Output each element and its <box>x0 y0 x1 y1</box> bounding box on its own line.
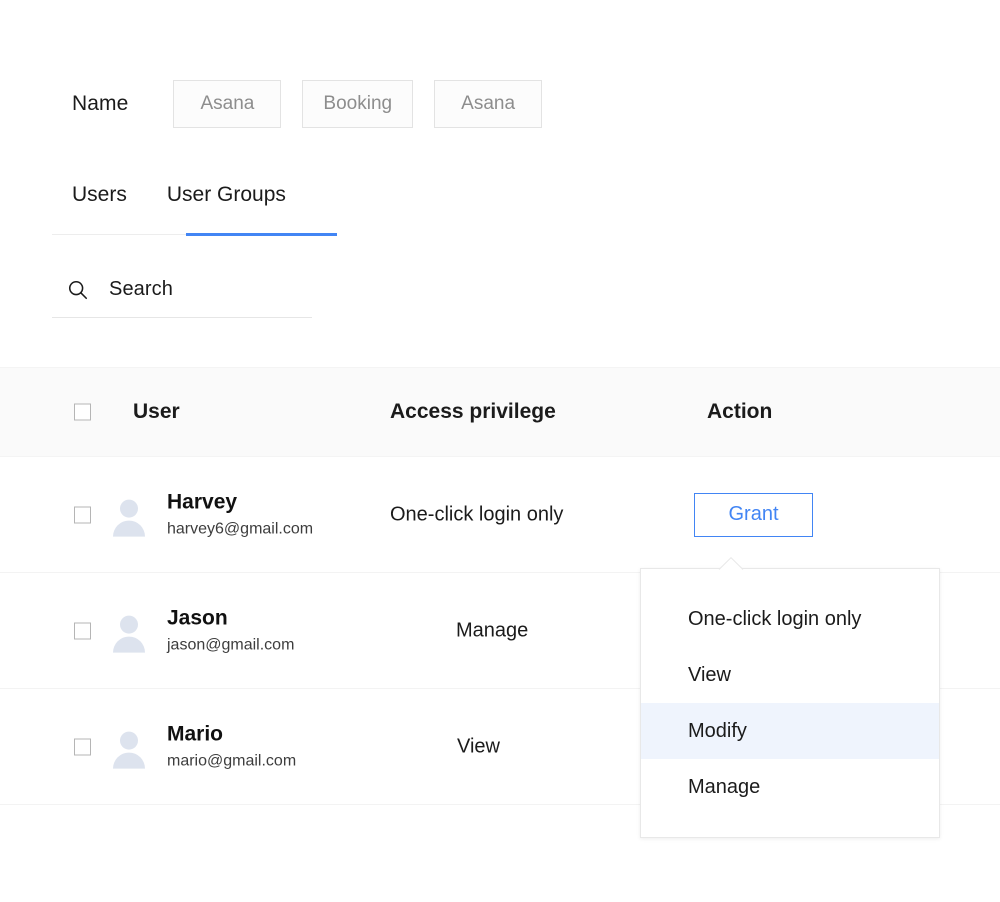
checkbox-icon <box>74 622 91 639</box>
user-email: harvey6@gmail.com <box>167 518 313 540</box>
user-cell-jason: Jason jason@gmail.com <box>105 605 294 656</box>
dropdown-item-modify[interactable]: Modify <box>641 703 939 759</box>
tab-underline <box>52 233 337 236</box>
user-cell-harvey: Harvey harvey6@gmail.com <box>105 489 313 540</box>
row-checkbox-mario[interactable] <box>74 738 91 755</box>
avatar <box>105 723 153 771</box>
name-label: Name <box>72 92 128 116</box>
search-placeholder: Search <box>109 278 173 301</box>
access-privilege-dropdown: One-click login only View Modify Manage <box>640 568 940 838</box>
table-header: User Access privilege Action <box>0 367 1000 457</box>
tabs: Users User Groups <box>52 183 342 221</box>
user-name: Mario <box>167 721 296 747</box>
row-checkbox-harvey[interactable] <box>74 506 91 523</box>
filter-chip-0[interactable]: Asana <box>173 80 281 128</box>
row-checkbox-jason[interactable] <box>74 622 91 639</box>
user-cell-mario: Mario mario@gmail.com <box>105 721 296 772</box>
tab-user-groups[interactable]: User Groups <box>147 183 306 221</box>
column-header-action: Action <box>707 400 772 424</box>
checkbox-icon <box>74 506 91 523</box>
privilege-value-mario: View <box>457 735 500 758</box>
search-icon <box>67 279 89 301</box>
user-name: Jason <box>167 605 294 631</box>
filter-chip-1[interactable]: Booking <box>302 80 413 128</box>
checkbox-icon <box>74 404 91 421</box>
column-header-user: User <box>133 400 180 424</box>
checkbox-icon <box>74 738 91 755</box>
tab-rule-active <box>186 233 337 236</box>
user-name: Harvey <box>167 489 313 515</box>
avatar <box>105 607 153 655</box>
grant-button[interactable]: Grant <box>694 493 813 537</box>
dropdown-item-manage[interactable]: Manage <box>641 759 939 815</box>
tab-users[interactable]: Users <box>52 183 147 221</box>
user-email: mario@gmail.com <box>167 750 296 772</box>
name-filter-row: Name Asana Booking Asana <box>72 80 563 128</box>
filter-chip-2[interactable]: Asana <box>434 80 542 128</box>
dropdown-caret-icon <box>718 557 744 570</box>
action-cell-harvey: Grant <box>694 493 813 537</box>
column-header-access-privilege: Access privilege <box>390 400 556 424</box>
dropdown-item-one-click-login-only[interactable]: One-click login only <box>641 591 939 647</box>
select-all-checkbox[interactable] <box>74 404 91 421</box>
privilege-value-jason: Manage <box>456 619 528 642</box>
search-field[interactable]: Search <box>52 262 312 318</box>
avatar <box>105 491 153 539</box>
dropdown-item-view[interactable]: View <box>641 647 939 703</box>
privilege-value-harvey: One-click login only <box>390 503 563 526</box>
user-email: jason@gmail.com <box>167 634 294 656</box>
table-row: Harvey harvey6@gmail.com One-click login… <box>0 457 1000 573</box>
tabs-strip: Users User Groups <box>52 183 342 221</box>
